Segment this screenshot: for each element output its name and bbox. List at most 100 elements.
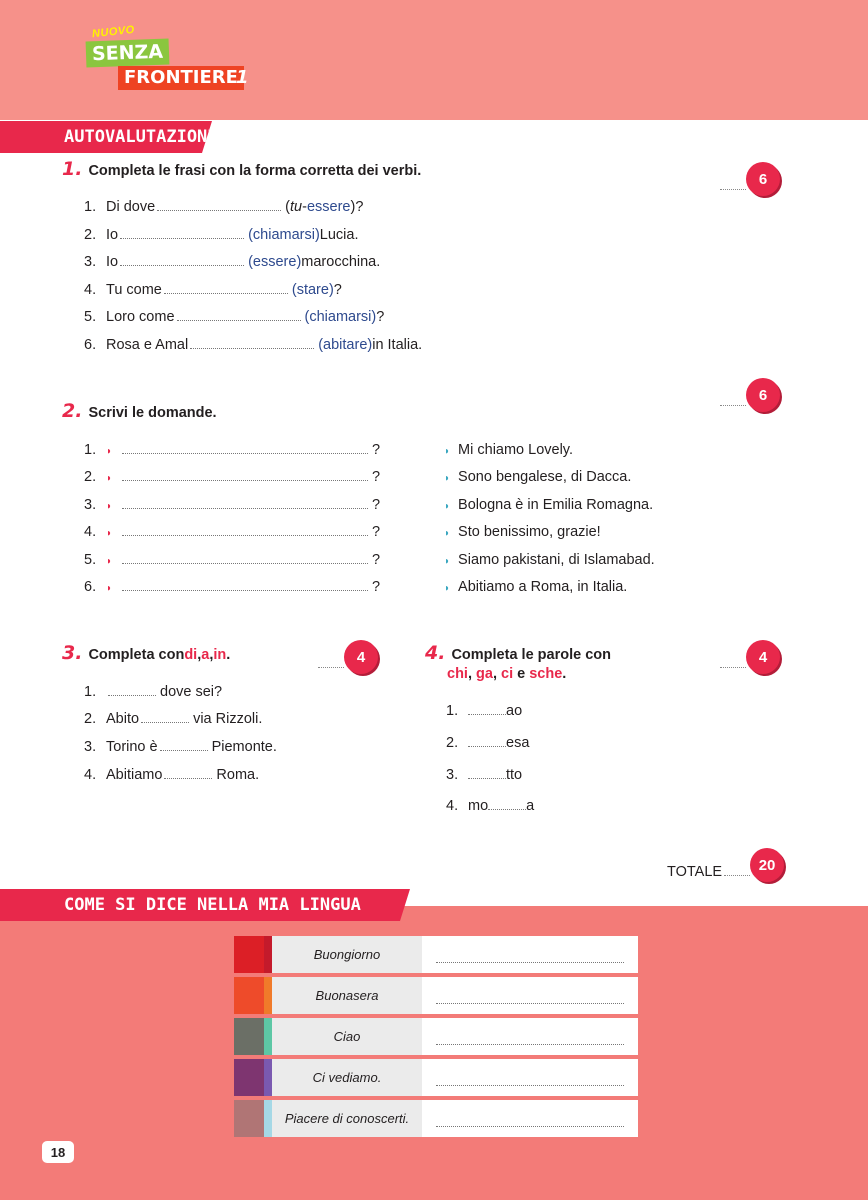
answer-blank[interactable] [122, 444, 369, 454]
item-text: Io [106, 254, 119, 270]
answer-blank[interactable] [122, 471, 369, 481]
answer-blank[interactable] [108, 686, 156, 696]
exercise-2-title: 2. Scrivi le domande. [62, 400, 217, 422]
answer-text: Sono bengalese, di Dacca. [458, 469, 632, 485]
translation-blank[interactable] [436, 1085, 624, 1086]
color-swatch-accent [264, 1059, 272, 1096]
triangle-bullet-icon: ◗ [444, 583, 451, 594]
color-swatch-accent [264, 936, 272, 973]
answer-blank[interactable] [122, 499, 369, 509]
color-swatch [234, 1059, 264, 1096]
ex1-item: 1. Di dove (tu - essere)? [84, 199, 363, 215]
answer-blank[interactable] [468, 769, 506, 779]
question-mark: ? [372, 579, 381, 595]
score-blank[interactable] [318, 667, 344, 668]
answer-text: Sto benissimo, grazie! [458, 524, 601, 540]
item-number: 4. [84, 767, 97, 783]
answer-blank[interactable] [176, 311, 301, 321]
item-number: 5. [84, 552, 97, 568]
exercise-1-score: 6 [720, 162, 780, 196]
answer-blank[interactable] [468, 737, 506, 747]
logo-nuovo: NUOVO [91, 23, 136, 41]
translation-blank[interactable] [436, 962, 624, 963]
exercise-3-title: 3. Completa con di, a, in. [62, 642, 230, 664]
answer-blank[interactable] [488, 800, 527, 810]
hint-verb: essere [306, 199, 351, 215]
separator: e [513, 666, 530, 682]
translation-blank[interactable] [436, 1003, 624, 1004]
score-blank[interactable] [720, 667, 746, 668]
item-number: 3. [446, 767, 459, 783]
exercise-instruction: Completa le frasi con la forma corretta … [88, 163, 422, 179]
answer-blank[interactable] [468, 705, 506, 715]
triangle-bullet-icon: ◗ [444, 556, 451, 567]
ex3-item: 1. dove sei? [84, 684, 222, 700]
hint-verb: (stare) [291, 282, 334, 298]
color-swatch [234, 977, 264, 1014]
triangle-bullet-icon: ◗ [106, 501, 113, 512]
phrase-row: Ciao [234, 1018, 638, 1055]
ex3-item: 2. Abito via Rizzoli. [84, 711, 262, 727]
ex2-answer: ◗ Abitiamo a Roma, in Italia. [444, 579, 627, 595]
ex4-item: 2. esa [446, 735, 529, 751]
answer-blank[interactable] [120, 229, 245, 239]
score-blank[interactable] [724, 875, 751, 876]
triangle-bullet-icon: ◗ [106, 583, 113, 594]
answer-blank[interactable] [164, 769, 213, 779]
exercise-4-score: 4 [720, 640, 780, 674]
ex2-question: 4. ◗ ? [84, 524, 380, 540]
keyword: di [184, 647, 198, 663]
answer-blank[interactable] [163, 284, 288, 294]
item-text: Io [106, 227, 119, 243]
item-number: 3. [84, 497, 97, 513]
hint-verb: (essere) [248, 254, 302, 270]
hint-verb: (chiamarsi) [248, 227, 320, 243]
question-mark: ? [372, 442, 381, 458]
item-number: 2. [446, 735, 459, 751]
answer-blank[interactable] [190, 339, 315, 349]
item-number: 3. [84, 739, 97, 755]
exercise-number: 4. [425, 642, 446, 664]
answer-blank[interactable] [120, 256, 245, 266]
separator: , [492, 666, 501, 682]
ex1-item: 5. Loro come (chiamarsi)? [84, 309, 384, 325]
separator: , [467, 666, 477, 682]
ex4-item: 1. ao [446, 703, 522, 719]
answer-blank[interactable] [122, 526, 369, 536]
ex2-answer: ◗ Siamo pakistani, di Islamabad. [444, 552, 655, 568]
phrase-label: Piacere di conoscerti. [272, 1100, 422, 1137]
section-title-autovalutazione: AUTOVALUTAZIONE [0, 121, 212, 153]
item-number: 4. [84, 524, 97, 540]
phrase-row: Ci vediamo. [234, 1059, 638, 1096]
score-blank[interactable] [720, 405, 746, 406]
triangle-bullet-icon: ◗ [106, 473, 113, 484]
ex1-item: 6. Rosa e Amal (abitare) in Italia. [84, 337, 422, 353]
triangle-bullet-icon: ◗ [106, 556, 113, 567]
item-text: ao [506, 703, 523, 719]
answer-blank[interactable] [122, 581, 369, 591]
answer-blank[interactable] [157, 201, 282, 211]
item-number: 6. [84, 579, 97, 595]
item-number: 2. [84, 711, 97, 727]
phrase-row: Buonasera [234, 977, 638, 1014]
translation-blank[interactable] [436, 1126, 624, 1127]
triangle-bullet-icon: ◗ [106, 528, 113, 539]
triangle-bullet-icon: ◗ [106, 446, 113, 457]
item-text: Roma. [216, 767, 260, 783]
answer-blank[interactable] [141, 713, 190, 723]
score-blank[interactable] [720, 189, 746, 190]
item-number: 2. [84, 227, 97, 243]
item-number: 6. [84, 337, 97, 353]
item-text: Loro come [106, 309, 175, 325]
item-text: Piemonte. [211, 739, 277, 755]
translation-blank[interactable] [436, 1044, 624, 1045]
question-mark: ? [372, 497, 381, 513]
item-text: ? [376, 309, 385, 325]
score-badge: 6 [746, 162, 780, 196]
ex3-item: 4. Abitiamo Roma. [84, 767, 259, 783]
ex1-item: 4. Tu come (stare)? [84, 282, 342, 298]
answer-blank[interactable] [122, 554, 369, 564]
ex2-answer: ◗ Sono bengalese, di Dacca. [444, 469, 631, 485]
item-text: Rosa e Amal [106, 337, 189, 353]
answer-blank[interactable] [159, 741, 208, 751]
